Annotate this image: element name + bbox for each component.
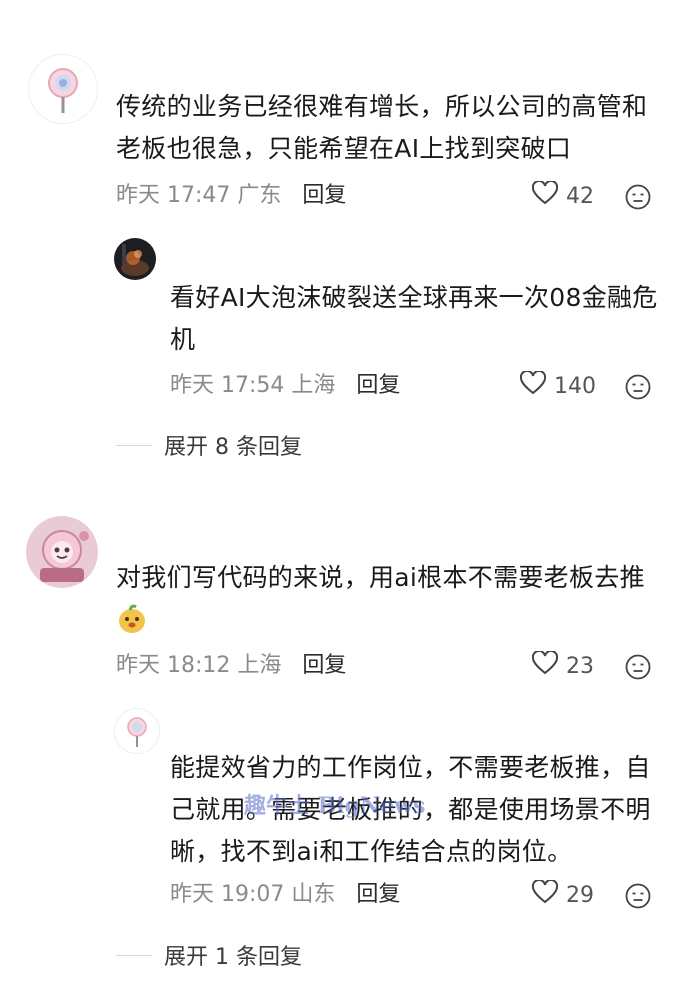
emoji-reaction-icon[interactable] [625,883,651,909]
like-button[interactable]: 29 [531,878,594,910]
comment-time-location: 昨天 17:47 广东 [116,183,282,208]
comment-meta: 昨天 18:12 上海 回复 [116,651,346,681]
reply-text: 看好AI大泡沫破裂送全球再来一次08金融危机 [170,283,658,354]
expand-replies-label: 展开 1 条回复 [164,945,302,970]
avatar[interactable] [28,54,98,124]
reply-time-location: 昨天 19:07 山东 [170,882,336,907]
reply-meta: 昨天 19:07 山东 回复 [170,880,400,910]
like-count: 140 [554,373,596,399]
reply-button[interactable]: 回复 [356,882,400,907]
avatar[interactable] [114,708,160,754]
comment-meta: 昨天 17:47 广东 回复 [116,181,346,211]
heart-outline-icon [531,649,559,681]
expand-replies-button[interactable]: 展开 8 条回复 [116,430,302,460]
like-button[interactable]: 23 [531,649,594,681]
divider [116,444,152,446]
heart-outline-icon [531,878,559,910]
like-button[interactable]: 140 [519,369,596,401]
emoji-reaction-icon[interactable] [625,374,651,400]
divider [116,954,152,956]
reply-time-location: 昨天 17:54 上海 [170,373,336,398]
like-button[interactable]: 42 [531,179,594,211]
avatar[interactable] [114,238,156,280]
comment-text: 对我们写代码的来说，用ai根本不需要老板去推 [116,563,645,592]
smiling-face-sticker-icon [116,603,148,635]
emoji-reaction-icon[interactable] [625,654,651,680]
like-count: 23 [566,653,594,679]
expand-replies-button[interactable]: 展开 1 条回复 [116,940,302,970]
emoji-reaction-icon[interactable] [625,184,651,210]
comment-text: 传统的业务已经很难有增长，所以公司的高管和老板也很急，只能希望在AI上找到突破口 [116,92,648,163]
expand-replies-label: 展开 8 条回复 [164,435,302,460]
reply-button[interactable]: 回复 [302,653,346,678]
watermark: 趣牛士 BigNews [244,793,426,819]
heart-outline-icon [531,179,559,211]
reply-button[interactable]: 回复 [302,183,346,208]
like-count: 29 [566,882,594,908]
reply-meta: 昨天 17:54 上海 回复 [170,371,400,401]
avatar[interactable] [26,516,98,588]
like-count: 42 [566,183,594,209]
reply-button[interactable]: 回复 [356,373,400,398]
heart-outline-icon [519,369,547,401]
comment-time-location: 昨天 18:12 上海 [116,653,282,678]
